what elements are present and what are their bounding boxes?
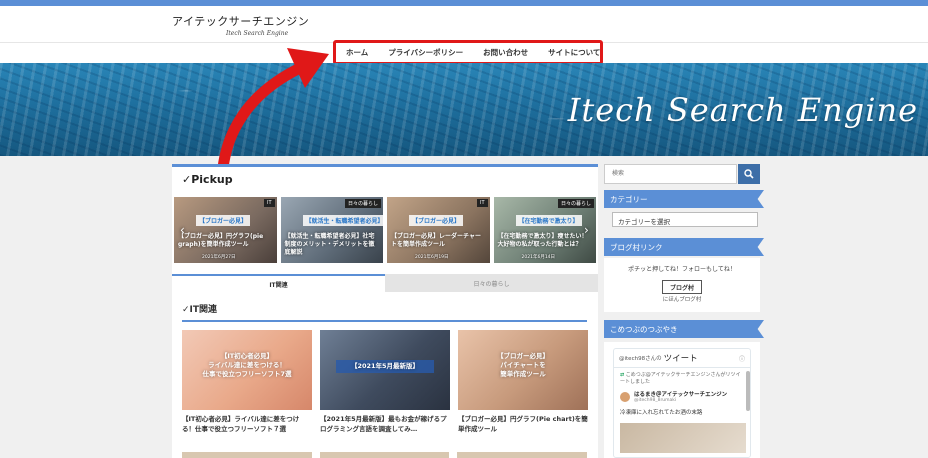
blogmura-widget-title: ブログ村リンク (604, 238, 764, 256)
pickup-slide[interactable]: 日々の暮らし 【就活生・転職希望者必見】 【就活生・転職希望者必見】社宅制度のメ… (280, 197, 383, 263)
category-tabs: IT関連 日々の暮らし (172, 274, 598, 292)
slide-banner: 【ブロガー必見】 (409, 215, 464, 226)
avatar[interactable] (620, 391, 630, 402)
retweet-icon: ⇄ (620, 372, 625, 378)
card-thumbnail[interactable]: 【ブロガー必見】 パイチャートを 簡単作成ツール (458, 330, 588, 410)
article-card[interactable]: 【2021年5月最新版】 【2021年5月最新版】最もお金が稼げるプログラミング… (320, 330, 450, 434)
card-image-text: 【IT初心者必見】 ライバル達に差をつける！ 仕事で役立つフリーソフト7選 (202, 352, 292, 379)
it-card-list: 【IT初心者必見】 ライバル達に差をつける！ 仕事で役立つフリーソフト7選 【I… (182, 330, 588, 434)
slide-banner: 【ブロガー必見】 (196, 215, 251, 226)
search-button[interactable] (738, 164, 760, 184)
card-image-text: 【ブロガー必見】 パイチャートを 簡単作成ツール (497, 352, 549, 379)
logo-main-text: アイテックサーチエンジン (172, 15, 310, 28)
category-select[interactable]: カテゴリーを選択 (612, 212, 758, 227)
tweets-widget-title: こめつぶのつぶやき (604, 320, 764, 338)
slide-title: 【就活生・転職希望者必見】社宅制度のメリット・デメリットを徹底解説 (284, 233, 375, 257)
it-section-title: ✓IT関連 (182, 305, 218, 315)
slide-date: 2021年6月27日 (202, 255, 236, 260)
slide-title: 【ブロガー必見】レーダーチャートを簡単作成ツール (391, 233, 481, 249)
article-card[interactable]: 【IT初心者必見】 ライバル達に差をつける！ 仕事で役立つフリーソフト7選 【I… (182, 330, 312, 434)
card-title[interactable]: 【ブロガー必見】円グラフ(Pie chart)を簡単作成ツール (458, 414, 588, 434)
author-name: はるまき＠アイテックサーチエンジン (634, 392, 728, 398)
pickup-header: ✓Pickup (172, 164, 598, 192)
tab-it[interactable]: IT関連 (172, 274, 385, 292)
logo-sub-text: Itech Search Engine (226, 30, 289, 37)
article-card[interactable]: 【ブロガー必見】 パイチャートを 簡単作成ツール 【ブロガー必見】円グラフ(Pi… (458, 330, 588, 434)
slide-banner: 【在宅勤務で激太り】 (515, 215, 582, 226)
slide-banner: 【就活生・転職希望者必見】 (302, 215, 383, 226)
slide-title: 【ブロガー必見】円グラフ(pie graph)を簡単作成ツール (178, 233, 264, 249)
card-thumbnail[interactable]: 【2021年5月最新版】 (320, 330, 450, 410)
card-thumbnail-partial[interactable] (182, 452, 312, 458)
blogmura-text: ポチッと押してね！フォローもしてね！ (628, 266, 736, 273)
blogmura-badge[interactable]: ブログ村 (662, 280, 702, 294)
search-input[interactable] (604, 164, 737, 184)
twitter-timeline[interactable]: @itech98さんの ツイート ⓘ ⇄ こめつぶ@アイテックサーチエンジンさん… (613, 348, 751, 458)
blogmura-caption[interactable]: にほんブログ村 (604, 295, 760, 303)
pickup-slider: IT 【ブロガー必見】 【ブロガー必見】円グラフ(pie graph)を簡単作成… (172, 197, 598, 263)
card-title[interactable]: 【IT初心者必見】ライバル達に差をつける！仕事で役立つフリーソフト７選 (182, 414, 312, 434)
timeline-user[interactable]: @itech98さんの (619, 354, 662, 362)
card-thumbnail-partial[interactable] (457, 452, 588, 458)
hero-title: Itech Search Engine (567, 91, 918, 129)
card-image-text: 【2021年5月最新版】 (336, 360, 434, 374)
timeline-header: @itech98さんの ツイート ⓘ (614, 349, 750, 367)
main-content: ✓Pickup IT 【ブロガー必見】 【ブロガー必見】円グラフ(pie gra… (172, 164, 598, 458)
slide-date: 2021年6月19日 (415, 255, 449, 260)
annotation-arrow-icon (217, 48, 329, 174)
slide-date: 2021年6月14日 (521, 255, 556, 260)
slider-next-icon[interactable]: › (584, 224, 592, 236)
category-widget-title: カテゴリー (604, 190, 764, 208)
tab-daily-life[interactable]: 日々の暮らし (385, 274, 598, 292)
pickup-slide[interactable]: IT 【ブロガー必見】 【ブロガー必見】円グラフ(pie graph)を簡単作成… (174, 197, 277, 263)
card-thumbnail[interactable]: 【IT初心者必見】 ライバル達に差をつける！ 仕事で役立つフリーソフト7選 (182, 330, 312, 410)
tweet-text: 冷凍庫に入れ忘れてたお酒の末路 (620, 410, 703, 416)
search-icon (744, 169, 754, 179)
slider-prev-icon[interactable]: ‹ (180, 224, 188, 236)
slide-tag: IT (476, 199, 488, 207)
slide-tag: 日々の暮らし (344, 199, 381, 208)
blogmura-widget: ポチッと押してね！フォローもしてね！ ブログ村 にほんブログ村 (604, 258, 760, 312)
site-header: アイテックサーチエンジン Itech Search Engine (0, 6, 928, 42)
tweet-image[interactable] (620, 423, 746, 453)
card-thumbnail-partial[interactable] (319, 452, 450, 458)
tweet-author[interactable]: はるまき＠アイテックサーチエンジン @itech98_8rumaki (614, 386, 750, 403)
retweet-notice: ⇄ こめつぶ@アイテックサーチエンジンさんがリツイートしました (614, 368, 750, 386)
timeline-label: ツイート (663, 354, 698, 364)
author-handle: @itech98_8rumaki (634, 398, 677, 403)
site-logo[interactable]: アイテックサーチエンジン Itech Search Engine (172, 13, 309, 37)
hero-banner: Itech Search Engine (0, 63, 928, 156)
it-card-row-2 (182, 452, 588, 458)
info-icon[interactable]: ⓘ (739, 354, 745, 363)
tweets-widget: @itech98さんの ツイート ⓘ ⇄ こめつぶ@アイテックサーチエンジンさん… (604, 342, 760, 458)
slide-title: 【在宅勤務で激太り】痩せたい！大好物の私が取った行動とは？ (497, 233, 588, 249)
slide-tag: 日々の暮らし (557, 199, 594, 208)
pickup-title: ✓Pickup (182, 173, 233, 186)
pickup-slide[interactable]: IT 【ブロガー必見】 【ブロガー必見】レーダーチャートを簡単作成ツール 202… (387, 197, 490, 263)
timeline-scrollbar[interactable] (746, 371, 750, 411)
it-section-header: ✓IT関連 (182, 302, 587, 322)
pickup-slide[interactable]: 日々の暮らし 【在宅勤務で激太り】 【在宅勤務で激太り】痩せたい！大好物の私が取… (493, 197, 596, 263)
slide-tag: IT (263, 199, 275, 207)
nav-highlight-box (333, 40, 603, 65)
card-title[interactable]: 【2021年5月最新版】最もお金が稼げるプログラミング言語を調査してみ… (320, 414, 450, 434)
retweet-text: こめつぶ@アイテックサーチエンジンさんがリツイートしました (620, 372, 741, 385)
